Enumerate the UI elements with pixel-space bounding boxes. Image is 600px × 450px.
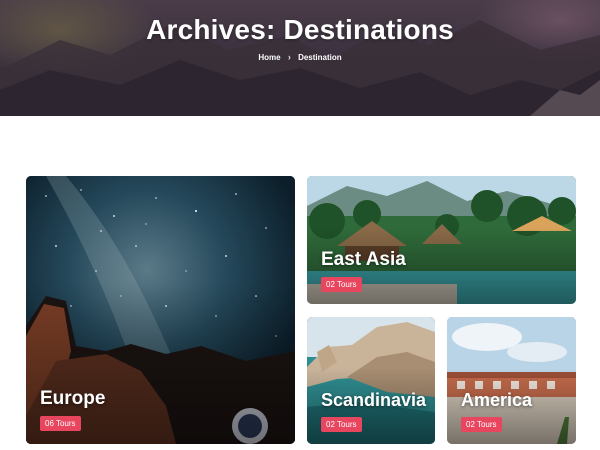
destination-card-east-asia[interactable]: East Asia 02 Tours — [307, 176, 576, 304]
breadcrumb: Home › Destination — [0, 52, 600, 62]
breadcrumb-current: Destination — [298, 52, 342, 62]
destination-card-europe[interactable]: Europe 06 Tours — [26, 176, 295, 444]
breadcrumb-home-link[interactable]: Home — [258, 53, 280, 62]
destination-name: Europe — [40, 388, 106, 409]
chevron-right-icon: › — [287, 52, 291, 62]
tour-count-badge: 02 Tours — [321, 277, 362, 292]
page-title: Archives: Destinations — [146, 14, 454, 45]
page-hero-banner: Archives: Destinations Home › Destinatio… — [0, 0, 600, 116]
destination-card-america[interactable]: America 02 Tours — [447, 317, 576, 444]
destination-name: America — [461, 390, 533, 410]
destination-name: East Asia — [321, 249, 406, 270]
destination-card-scandinavia[interactable]: Scandinavia 02 Tours — [307, 317, 435, 444]
tour-count-badge: 02 Tours — [321, 417, 362, 432]
tour-count-badge: 06 Tours — [40, 416, 81, 431]
destination-name: Scandinavia — [321, 390, 427, 410]
tour-count-badge: 02 Tours — [461, 417, 502, 432]
